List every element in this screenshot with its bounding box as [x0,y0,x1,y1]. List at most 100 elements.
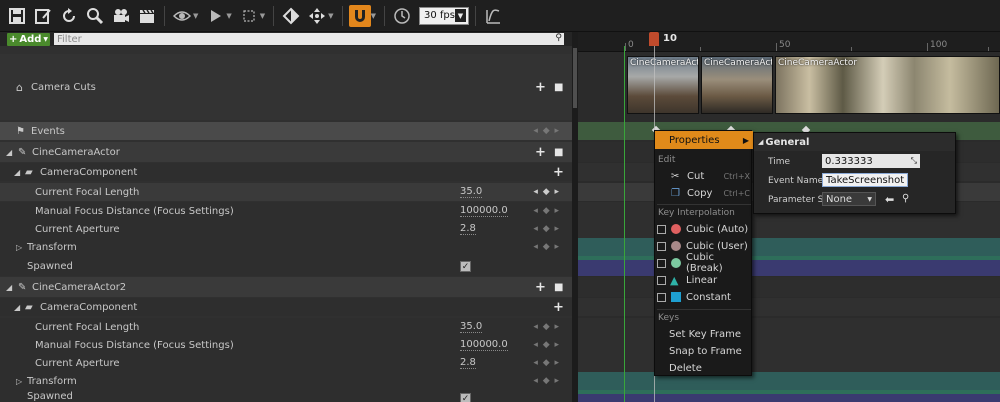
key-navigation-icon[interactable]: ◂ ◆ ▸ [533,224,560,234]
key-navigation-icon[interactable]: ◂ ◆ ▸ [533,340,560,350]
snap-magnet-icon[interactable] [348,4,371,27]
key-navigation-icon[interactable]: ◂ ◆ ▸ [533,242,560,252]
track-focal-length[interactable]: Current Focal Length 35.0 ◂ ◆ ▸ [0,183,572,201]
key-navigation-icon[interactable]: ◂ ◆ ▸ [533,322,560,332]
track-camera-component[interactable]: ◢ ▰ CameraComponent + [0,298,572,316]
add-icon[interactable]: + [535,280,546,295]
clapperboard-icon[interactable] [136,5,158,27]
transform-track-bar[interactable] [578,372,1000,390]
track-aperture[interactable]: Current Aperture 2.8 ◂ ◆ ▸ [0,354,572,372]
add-icon[interactable]: + [535,145,546,160]
aperture-value[interactable]: 2.8 [460,223,476,235]
curve-editor-icon[interactable] [482,5,504,27]
focus-distance-value[interactable]: 100000.0 [460,205,508,217]
track-focus-distance[interactable]: Manual Focus Distance (Focus Settings) 1… [0,336,572,354]
scrollbar-thumb[interactable] [573,48,577,108]
clock-icon[interactable] [391,5,413,27]
camera-icon[interactable]: ■ [554,82,563,93]
focus-distance-value[interactable]: 100000.0 [460,339,508,351]
checkbox[interactable] [657,292,666,302]
arrow-left-icon[interactable]: ⬅ [885,193,894,206]
add-icon[interactable]: + [553,165,564,180]
play-icon[interactable] [204,5,226,27]
chevron-down-icon[interactable]: ▼ [226,12,231,20]
chevron-down-icon[interactable]: ▼ [260,12,265,20]
search-icon[interactable]: ⚲ [902,193,909,204]
menu-item-snap-to-frame[interactable]: Snap to Frame [655,343,753,359]
playhead-handle[interactable] [649,32,659,46]
camera-cut-thumbnail[interactable]: CineCameraActor [627,56,699,114]
key-navigation-icon[interactable]: ◂ ◆ ▸ [533,187,560,197]
menu-item-copy[interactable]: ❐ Copy Ctrl+C [655,185,753,201]
filter-input[interactable]: Filter ⚲ [54,33,564,45]
track-events[interactable]: ⚑ Events ◂ ◆ ▸ [0,122,572,140]
camera-cut-thumbnail[interactable]: CineCameraActor [775,56,1000,114]
focal-length-value[interactable]: 35.0 [460,321,483,333]
menu-item-cubic-break[interactable]: Cubic (Break) [655,252,753,274]
spawned-track-bar[interactable] [578,390,1000,402]
refresh-icon[interactable] [58,5,80,27]
track-spawned[interactable]: Spawned ✓ [0,390,572,402]
collapse-arrow-icon[interactable]: ◢ [14,303,20,312]
menu-item-cubic-auto[interactable]: Cubic (Auto) [655,221,753,237]
track-aperture[interactable]: Current Aperture 2.8 ◂ ◆ ▸ [0,220,572,238]
spawned-track-bar[interactable] [578,256,1000,276]
focus-track-bar[interactable] [578,336,1000,354]
chevron-down-icon[interactable]: ▼ [371,12,376,20]
menu-item-cut[interactable]: ✂ Cut Ctrl+X [655,168,753,184]
expand-arrow-icon[interactable]: ▷ [16,243,22,252]
track-cinecameraactor2[interactable]: ◢ ✎ CineCameraActor2 + ■ [0,277,572,297]
key-diamond-icon[interactable] [280,5,302,27]
save-as-icon[interactable] [32,5,54,27]
properties-header[interactable]: ◢ General [754,133,955,151]
checkbox[interactable] [657,275,666,285]
key-navigation-icon[interactable]: ◂ ◆ ▸ [533,206,560,216]
chevron-down-icon[interactable]: ▼ [328,12,333,20]
move-arrows-icon[interactable] [306,5,328,27]
component-track-bar[interactable] [578,298,1000,316]
aperture-track-bar[interactable] [578,354,1000,372]
collapse-arrow-icon[interactable]: ◢ [6,148,12,157]
track-focus-distance[interactable]: Manual Focus Distance (Focus Settings) 1… [0,202,572,220]
key-navigation-icon[interactable]: ◂ ◆ ▸ [533,358,560,368]
key-navigation-icon[interactable]: ◂ ◆ ▸ [533,126,560,136]
parameter-select[interactable]: None ▼ [822,192,876,206]
aperture-value[interactable]: 2.8 [460,357,476,369]
camera-icon[interactable] [110,5,132,27]
chevron-down-icon[interactable]: ▼ [193,12,198,20]
track-transform[interactable]: ▷ Transform ◂ ◆ ▸ [0,372,572,390]
focal-length-track-bar[interactable] [578,318,1000,336]
add-icon[interactable]: + [535,80,546,95]
expand-arrow-icon[interactable]: ▷ [16,377,22,386]
menu-item-set-key-frame[interactable]: Set Key Frame [655,326,753,342]
checkbox[interactable] [657,241,666,251]
save-icon[interactable] [6,5,28,27]
transform-track-bar[interactable] [578,238,1000,256]
spawned-checkbox[interactable]: ✓ [460,260,471,272]
collapse-arrow-icon[interactable]: ◢ [14,168,20,177]
selection-box-icon[interactable] [238,5,260,27]
camera-cut-thumbnail[interactable]: CineCameraActor [701,56,773,114]
track-spawned[interactable]: Spawned ✓ [0,256,572,276]
checkbox[interactable] [657,224,666,234]
camera-icon[interactable]: ■ [554,147,563,158]
track-transform[interactable]: ▷ Transform ◂ ◆ ▸ [0,238,572,256]
add-icon[interactable]: + [553,300,564,315]
focal-length-value[interactable]: 35.0 [460,186,483,198]
eye-icon[interactable] [171,5,193,27]
fps-select[interactable]: 30 fps ▼ [418,6,469,25]
menu-item-properties[interactable]: Properties ▶ [655,131,753,149]
camera-icon[interactable]: ■ [554,282,563,293]
track-focal-length[interactable]: Current Focal Length 35.0 ◂ ◆ ▸ [0,318,572,336]
key-navigation-icon[interactable]: ◂ ◆ ▸ [533,376,560,386]
time-ruler[interactable]: 0 50 100 [578,32,1000,52]
time-input[interactable]: 0.333333 ⤡ [822,154,920,168]
aperture-track-bar[interactable] [578,220,1000,238]
collapse-arrow-icon[interactable]: ◢ [6,283,12,292]
add-track-button[interactable]: + Add ▼ [7,32,50,46]
spawned-checkbox[interactable]: ✓ [460,393,471,402]
search-icon[interactable] [84,5,106,27]
track-cinecameraactor[interactable]: ◢ ✎ CineCameraActor + ■ [0,142,572,162]
timeline-area[interactable]: 0 50 100 CineCameraActor CineCameraActor… [578,32,1000,402]
checkbox[interactable] [657,258,666,268]
